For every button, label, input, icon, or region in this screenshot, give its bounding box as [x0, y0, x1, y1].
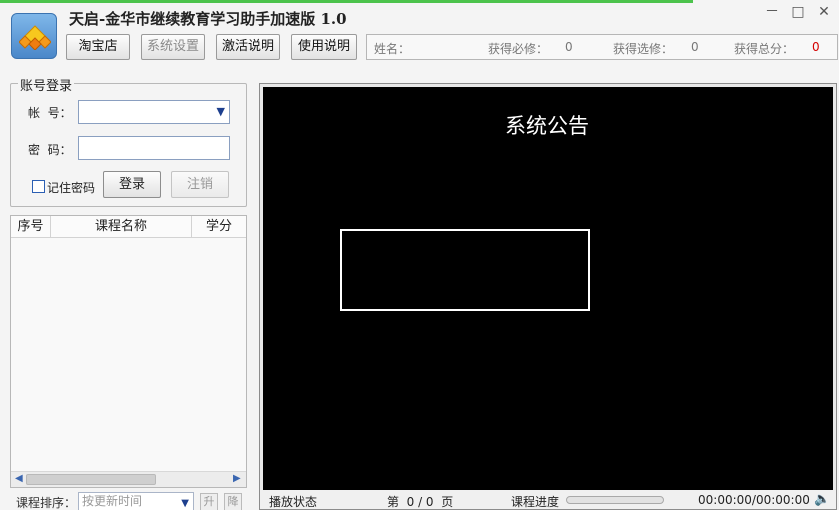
elective-credits-label: 获得选修： — [613, 42, 674, 56]
scroll-right-icon[interactable]: ▶ — [233, 473, 241, 484]
login-button[interactable]: 登录 — [103, 171, 161, 198]
course-table[interactable]: 序号 课程名称 学分 ◀ ▶ — [10, 215, 247, 488]
password-label: 密 码： — [28, 143, 72, 157]
play-status-label: 播放状态 — [269, 495, 318, 509]
password-field[interactable] — [78, 136, 230, 160]
elective-credits-value: 0 — [691, 40, 699, 54]
account-label: 帐 号： — [28, 106, 72, 120]
diamond-stack-icon — [19, 25, 51, 50]
close-button[interactable]: ✕ — [815, 5, 833, 21]
sort-label: 课程排序： — [16, 496, 77, 510]
system-settings-button[interactable]: 系统设置 — [141, 34, 205, 60]
usage-guide-button[interactable]: 使用说明 — [291, 34, 357, 60]
scroll-left-icon[interactable]: ◀ — [15, 473, 23, 484]
remember-password-label[interactable]: 记住密码 — [47, 179, 95, 196]
horizontal-scrollbar[interactable]: ◀ ▶ — [11, 471, 246, 487]
remember-password-checkbox[interactable] — [32, 180, 45, 193]
column-header-number[interactable]: 序号 — [11, 216, 51, 238]
speaker-icon[interactable]: 🔈 — [814, 492, 830, 507]
column-header-course-name[interactable]: 课程名称 — [51, 216, 192, 238]
required-credits-label: 获得必修： — [488, 42, 549, 56]
player-statusbar: 播放状态 第 0 / 0 页 课程进度 00:00:00/00:00:00 🔈 — [260, 490, 836, 509]
account-combobox[interactable]: ▼ — [78, 100, 230, 124]
chevron-down-icon[interactable]: ▼ — [181, 495, 189, 510]
sort-ascending-button[interactable]: 升 — [200, 493, 218, 510]
title-accent-stripe — [0, 0, 693, 3]
play-time: 00:00:00/00:00:00 — [698, 493, 810, 507]
course-progress-bar — [566, 496, 664, 504]
maximize-button[interactable]: □ — [789, 5, 807, 21]
sort-descending-button[interactable]: 降 — [224, 493, 242, 510]
total-credits-label: 获得总分： — [734, 42, 795, 56]
logout-button[interactable]: 注销 — [171, 171, 229, 198]
announcement-title: 系统公告 — [263, 110, 833, 140]
scrollbar-thumb[interactable] — [26, 474, 156, 485]
name-label: 姓名： — [374, 42, 411, 56]
sort-order-select[interactable]: 按更新时间 ▼ — [78, 492, 194, 510]
announcement-title-text: 系统公告 — [505, 114, 589, 138]
sort-selected-value: 按更新时间 — [82, 494, 143, 508]
total-credits-value: 0 — [812, 40, 820, 54]
app-title: 天启-金华市继续教育学习助手加速版 1.0 — [69, 10, 347, 28]
taobao-shop-button[interactable]: 淘宝店 — [66, 34, 130, 60]
required-credits-value: 0 — [565, 40, 573, 54]
app-logo — [11, 13, 57, 59]
page-indicator: 第 0 / 0 页 — [387, 495, 454, 509]
chevron-down-icon[interactable]: ▼ — [217, 105, 225, 118]
minimize-button[interactable]: － — [763, 5, 781, 21]
announcement-box — [340, 229, 590, 311]
course-progress-label: 课程进度 — [511, 495, 560, 509]
account-login-group: 账号登录 帐 号： ▼ 密 码： 记住密码 登录 注销 — [10, 75, 247, 207]
activation-guide-button[interactable]: 激活说明 — [216, 34, 280, 60]
column-header-credits[interactable]: 学分 — [192, 216, 246, 238]
video-screen[interactable]: 系统公告 — [263, 87, 833, 490]
course-player: 系统公告 播放状态 第 0 / 0 页 课程进度 00:00:00/00:00:… — [259, 83, 837, 510]
user-info-panel: 姓名： 获得必修： 0 获得选修： 0 获得总分： 0 — [366, 34, 838, 60]
login-group-legend: 账号登录 — [18, 75, 75, 94]
